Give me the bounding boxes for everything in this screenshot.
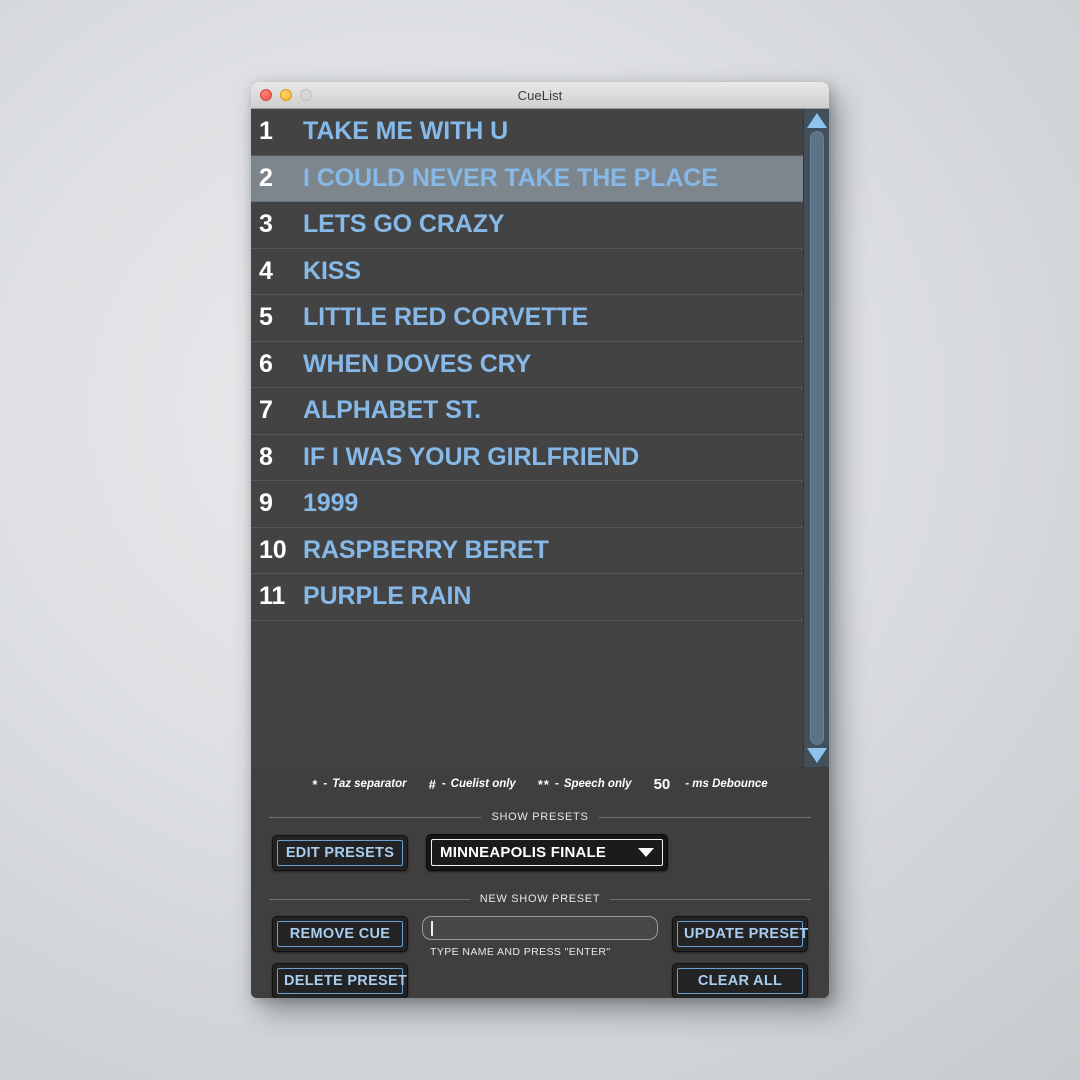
- cue-number: 1: [259, 117, 273, 146]
- legend-dash: -: [323, 778, 328, 790]
- legend-label: Speech only: [563, 778, 632, 790]
- left-button-column: REMOVE CUE DELETE PRESET: [272, 916, 408, 998]
- new-show-preset-legend: NEW SHOW PRESET: [269, 893, 812, 905]
- cue-title: LITTLE RED CORVETTE: [303, 303, 589, 332]
- cue-title: PURPLE RAIN: [303, 582, 472, 611]
- cue-number: 3: [259, 210, 273, 239]
- cue-title: WHEN DOVES CRY: [303, 349, 532, 378]
- divider-left: [269, 898, 470, 900]
- cue-number: 5: [259, 303, 273, 332]
- cue-number: 6: [259, 349, 273, 378]
- new-show-preset-group: NEW SHOW PRESET REMOVE CUE DELETE PRESET: [269, 893, 812, 998]
- scroll-down-arrow-icon[interactable]: [806, 748, 827, 763]
- right-button-column: UPDATE PRESET CLEAR ALL: [672, 916, 808, 998]
- chevron-down-icon[interactable]: [638, 848, 654, 857]
- divider-left: [269, 816, 482, 818]
- legend-item-cuelist-only: # - Cuelist only: [429, 777, 516, 792]
- show-presets-label: SHOW PRESETS: [491, 811, 589, 823]
- cue-row[interactable]: 6 WHEN DOVES CRY: [251, 341, 803, 388]
- symbol-legend: * - Taz separator # - Cuelist only ** - …: [251, 767, 829, 801]
- cue-title: 1999: [303, 489, 359, 518]
- show-presets-legend: SHOW PRESETS: [269, 811, 811, 823]
- cue-number: 4: [259, 256, 273, 285]
- cue-row[interactable]: 11 PURPLE RAIN: [251, 574, 803, 621]
- cuelist-window: CueList 1 TAKE ME WITH U 2 I COULD NEVER…: [251, 82, 829, 998]
- clear-all-button[interactable]: CLEAR ALL: [672, 963, 808, 998]
- preset-name-hint: TYPE NAME AND PRESS "ENTER": [430, 946, 611, 958]
- cue-row[interactable]: 5 LITTLE RED CORVETTE: [251, 295, 803, 342]
- cue-list-area: 1 TAKE ME WITH U 2 I COULD NEVER TAKE TH…: [251, 109, 829, 767]
- legend-label: Taz separator: [332, 778, 407, 790]
- scroll-up-arrow-icon[interactable]: [806, 113, 827, 128]
- new-show-preset-label: NEW SHOW PRESET: [479, 893, 601, 905]
- cue-title: ALPHABET ST.: [303, 396, 481, 425]
- debounce-value[interactable]: 50: [654, 776, 671, 793]
- cue-number: 2: [259, 163, 273, 192]
- cue-row[interactable]: 8 IF I WAS YOUR GIRLFRIEND: [251, 434, 803, 481]
- legend-dash: -: [441, 778, 446, 790]
- cue-number: 11: [259, 582, 286, 611]
- window-title: CueList: [517, 87, 563, 103]
- preset-select[interactable]: MINNEAPOLIS FINALE: [426, 834, 668, 871]
- divider-right: [598, 816, 811, 818]
- debounce-label: - ms Debounce: [685, 778, 768, 790]
- preset-select-inner[interactable]: MINNEAPOLIS FINALE: [431, 839, 663, 866]
- show-presets-group: SHOW PRESETS EDIT PRESETS MINNEAPOLIS FI…: [269, 811, 811, 871]
- double-asterisk-icon: **: [537, 776, 550, 792]
- window-titlebar: CueList: [251, 82, 829, 109]
- cue-row[interactable]: 3 LETS GO CRAZY: [251, 202, 803, 249]
- scrollbar-thumb[interactable]: [809, 131, 824, 745]
- edit-presets-button-label: EDIT PRESETS: [277, 839, 403, 866]
- cue-title: KISS: [303, 256, 361, 285]
- cue-number: 7: [259, 396, 273, 425]
- scrollbar-track[interactable]: [809, 131, 824, 745]
- cue-row[interactable]: 2 I COULD NEVER TAKE THE PLACE: [251, 155, 803, 202]
- preset-name-input[interactable]: [422, 916, 658, 940]
- divider-right: [610, 898, 812, 900]
- cue-list[interactable]: 1 TAKE ME WITH U 2 I COULD NEVER TAKE TH…: [251, 109, 803, 767]
- zoom-button-icon: [300, 89, 312, 101]
- cue-row[interactable]: 1 TAKE ME WITH U: [251, 109, 803, 156]
- legend-item-debounce: 50 - ms Debounce: [654, 776, 768, 793]
- cue-title: RASPBERRY BERET: [303, 535, 549, 564]
- cue-row[interactable]: 7 ALPHABET ST.: [251, 388, 803, 435]
- clear-all-button-label: CLEAR ALL: [677, 968, 803, 994]
- remove-cue-button-label: REMOVE CUE: [277, 921, 403, 947]
- preset-select-value: MINNEAPOLIS FINALE: [440, 844, 607, 861]
- cue-title: TAKE ME WITH U: [303, 117, 509, 146]
- cue-list-scrollbar[interactable]: [803, 109, 829, 767]
- delete-preset-button-label: DELETE PRESET: [277, 968, 407, 994]
- text-cursor: [431, 920, 433, 936]
- legend-dash: -: [554, 778, 559, 790]
- minimize-button-icon[interactable]: [280, 89, 292, 101]
- cue-row[interactable]: 4 KISS: [251, 248, 803, 295]
- delete-preset-button[interactable]: DELETE PRESET: [272, 963, 408, 998]
- legend-label: Cuelist only: [450, 778, 516, 790]
- cue-number: 9: [259, 489, 273, 518]
- window-controls: [260, 89, 312, 101]
- cue-number: 10: [259, 535, 287, 564]
- cue-title: IF I WAS YOUR GIRLFRIEND: [303, 442, 640, 471]
- cue-title: I COULD NEVER TAKE THE PLACE: [303, 163, 718, 192]
- edit-presets-button[interactable]: EDIT PRESETS: [272, 834, 408, 871]
- update-preset-button[interactable]: UPDATE PRESET: [672, 916, 808, 952]
- new-show-preset-body: REMOVE CUE DELETE PRESET TYPE NAME AND P…: [269, 916, 811, 998]
- preset-name-column: TYPE NAME AND PRESS "ENTER": [422, 916, 658, 998]
- cue-row[interactable]: 10 RASPBERRY BERET: [251, 527, 803, 574]
- show-presets-row: EDIT PRESETS MINNEAPOLIS FINALE: [269, 834, 811, 871]
- legend-item-taz-separator: * - Taz separator: [312, 777, 406, 792]
- cue-number: 8: [259, 442, 273, 471]
- cue-title: LETS GO CRAZY: [303, 210, 505, 239]
- remove-cue-button[interactable]: REMOVE CUE: [272, 916, 408, 952]
- legend-item-speech-only: ** - Speech only: [538, 777, 632, 792]
- cue-row[interactable]: 9 1999: [251, 481, 803, 528]
- hash-icon: #: [428, 776, 437, 792]
- update-preset-button-label: UPDATE PRESET: [677, 921, 808, 947]
- close-button-icon[interactable]: [260, 89, 272, 101]
- app-body: 1 TAKE ME WITH U 2 I COULD NEVER TAKE TH…: [251, 109, 829, 998]
- asterisk-icon: *: [312, 776, 319, 792]
